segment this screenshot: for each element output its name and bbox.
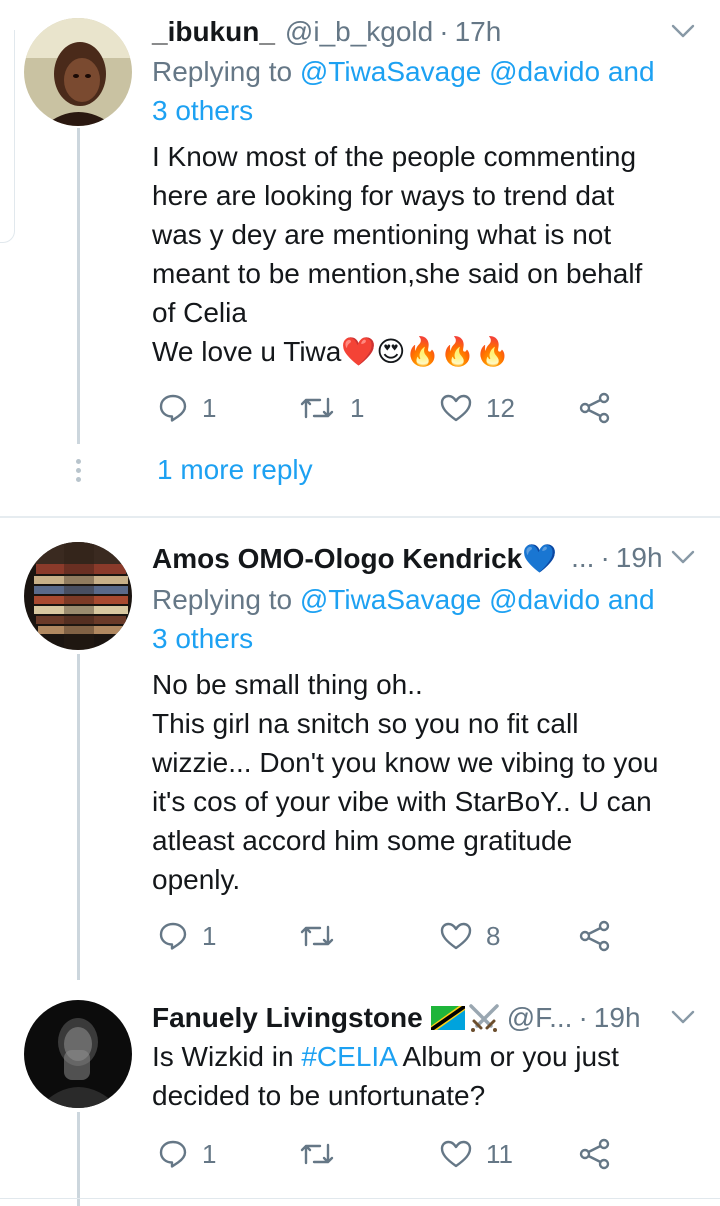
avatar[interactable] [24, 542, 132, 650]
tweet-header: _ibukun_ @i_b_kgold · 17h [152, 12, 696, 52]
retweet-button[interactable] [298, 1134, 350, 1174]
tweet-header: Amos OMO-Ologo Kendrick💙 ... · 19h [152, 538, 696, 578]
tweet-line: openly. [152, 864, 241, 895]
avatar[interactable] [24, 1000, 132, 1108]
tweet-text-part: Album or you just [396, 1041, 619, 1072]
like-count: 8 [486, 920, 501, 951]
share-icon [579, 392, 610, 424]
tweet-card[interactable]: Fanuely Livingstone @F... · 19h Is Wizki… [0, 980, 720, 1206]
heart-icon [440, 922, 472, 950]
tweet-card[interactable]: _ibukun_ @i_b_kgold · 17h Replying to @T… [0, 0, 720, 516]
tweet-line: meant to be mention,she said on behalf [152, 258, 643, 289]
timestamp[interactable]: 19h [594, 1002, 641, 1034]
tweet-actions: 1 11 [158, 1134, 628, 1174]
display-name[interactable]: Amos OMO-Ologo Kendrick💙 [152, 542, 557, 575]
divider [0, 1198, 720, 1199]
tweet-text: Is Wizkid in #CELIA Album or you just de… [152, 1037, 696, 1115]
avatar[interactable] [24, 18, 132, 126]
tweet-line: Is Wizkid in #CELIA Album or you just [152, 1037, 696, 1076]
chevron-down-icon[interactable] [670, 18, 696, 44]
like-count: 11 [486, 1138, 513, 1169]
user-handle[interactable]: ... [571, 542, 594, 574]
hashtag-link[interactable]: #CELIA [301, 1041, 396, 1072]
tweet-line: wizzie... Don't you know we vibing to yo… [152, 747, 659, 778]
tweet-line: of Celia [152, 297, 247, 328]
display-name[interactable]: Fanuely Livingstone [152, 1002, 423, 1034]
retweet-icon [300, 1143, 334, 1165]
reply-button[interactable]: 1 [158, 916, 216, 956]
tweet-text-part: Is Wizkid in [152, 1041, 302, 1072]
share-button[interactable] [578, 916, 612, 956]
retweet-count: 1 [350, 392, 365, 423]
retweet-icon [300, 925, 334, 947]
tweet-line: atleast accord him some gratitude [152, 825, 573, 856]
crossed-swords-icon [468, 1004, 499, 1032]
replying-to: Replying to @TiwaSavage @davido and 3 ot… [152, 580, 680, 658]
tweet-header: Fanuely Livingstone @F... · 19h [152, 998, 696, 1038]
user-handle[interactable]: @i_b_kgold [285, 16, 433, 48]
tweet-line: This girl na snitch so you no fit call [152, 708, 579, 739]
mention-link[interactable]: @davido [489, 56, 600, 87]
tweet-actions: 1 8 [158, 916, 628, 956]
timestamp[interactable]: 17h [455, 16, 502, 48]
reply-count: 1 [202, 1138, 217, 1169]
retweet-button[interactable] [298, 916, 350, 956]
thread-line [77, 128, 80, 444]
reply-count: 1 [202, 392, 217, 423]
tweet-line: was y dey are mentioning what is not [152, 219, 612, 250]
reply-count: 1 [202, 920, 217, 951]
share-button[interactable] [578, 1134, 612, 1174]
reply-icon [159, 394, 187, 422]
separator-dot: · [439, 16, 449, 47]
like-button[interactable]: 8 [440, 916, 500, 956]
replying-prefix: Replying to [152, 56, 293, 87]
like-button[interactable]: 11 [440, 1134, 513, 1174]
share-button[interactable] [578, 388, 612, 428]
chevron-down-icon[interactable] [670, 1004, 696, 1030]
heart-icon [440, 394, 472, 422]
tweet-text: I Know most of the people commenting her… [152, 137, 696, 371]
tanzania-flag-icon [430, 1006, 465, 1030]
others-link[interactable]: 3 others [152, 95, 253, 126]
tweet-line: it's cos of your vibe with StarBoY.. U c… [152, 786, 652, 817]
separator-dot: · [578, 1002, 588, 1033]
more-replies-dots [76, 459, 82, 486]
share-icon [579, 920, 610, 952]
like-count: 12 [486, 392, 515, 423]
tweet-line: We love u Tiwa❤️😍🔥🔥🔥 [152, 336, 510, 367]
tweet-actions: 1 1 12 [158, 388, 628, 428]
tweet-line: I Know most of the people commenting [152, 141, 637, 172]
reply-icon [159, 1140, 187, 1168]
reply-button[interactable]: 1 [158, 388, 216, 428]
replying-to: Replying to @TiwaSavage @davido and 3 ot… [152, 52, 680, 130]
thread-line [77, 654, 80, 980]
tweet-line: here are looking for ways to trend dat [152, 180, 615, 211]
thread-line [77, 1112, 80, 1206]
heart-icon [440, 1140, 472, 1168]
replying-prefix: Replying to [152, 584, 293, 615]
mention-link[interactable]: @davido [489, 584, 600, 615]
replying-and: and [607, 584, 655, 615]
separator-dot: · [600, 542, 610, 573]
tweet-line: No be small thing oh.. [152, 669, 423, 700]
user-handle[interactable]: @F... [507, 1002, 573, 1034]
share-icon [579, 1138, 610, 1170]
reply-button[interactable]: 1 [158, 1134, 216, 1174]
others-link[interactable]: 3 others [152, 623, 253, 654]
tweet-card[interactable]: Amos OMO-Ologo Kendrick💙 ... · 19h Reply… [0, 518, 720, 980]
replying-and: and [607, 56, 655, 87]
mention-link[interactable]: @TiwaSavage [300, 56, 481, 87]
retweet-button[interactable]: 1 [298, 388, 364, 428]
timestamp[interactable]: 19h [616, 542, 663, 574]
tweet-text: No be small thing oh.. This girl na snit… [152, 665, 696, 899]
like-button[interactable]: 12 [440, 388, 515, 428]
tweet-line: decided to be unfortunate? [152, 1080, 486, 1111]
chevron-down-icon[interactable] [670, 544, 696, 570]
reply-icon [159, 922, 187, 950]
more-replies-link[interactable]: 1 more reply [157, 454, 313, 486]
display-name[interactable]: _ibukun_ [152, 16, 275, 48]
retweet-icon [300, 397, 334, 419]
mention-link[interactable]: @TiwaSavage [300, 584, 481, 615]
